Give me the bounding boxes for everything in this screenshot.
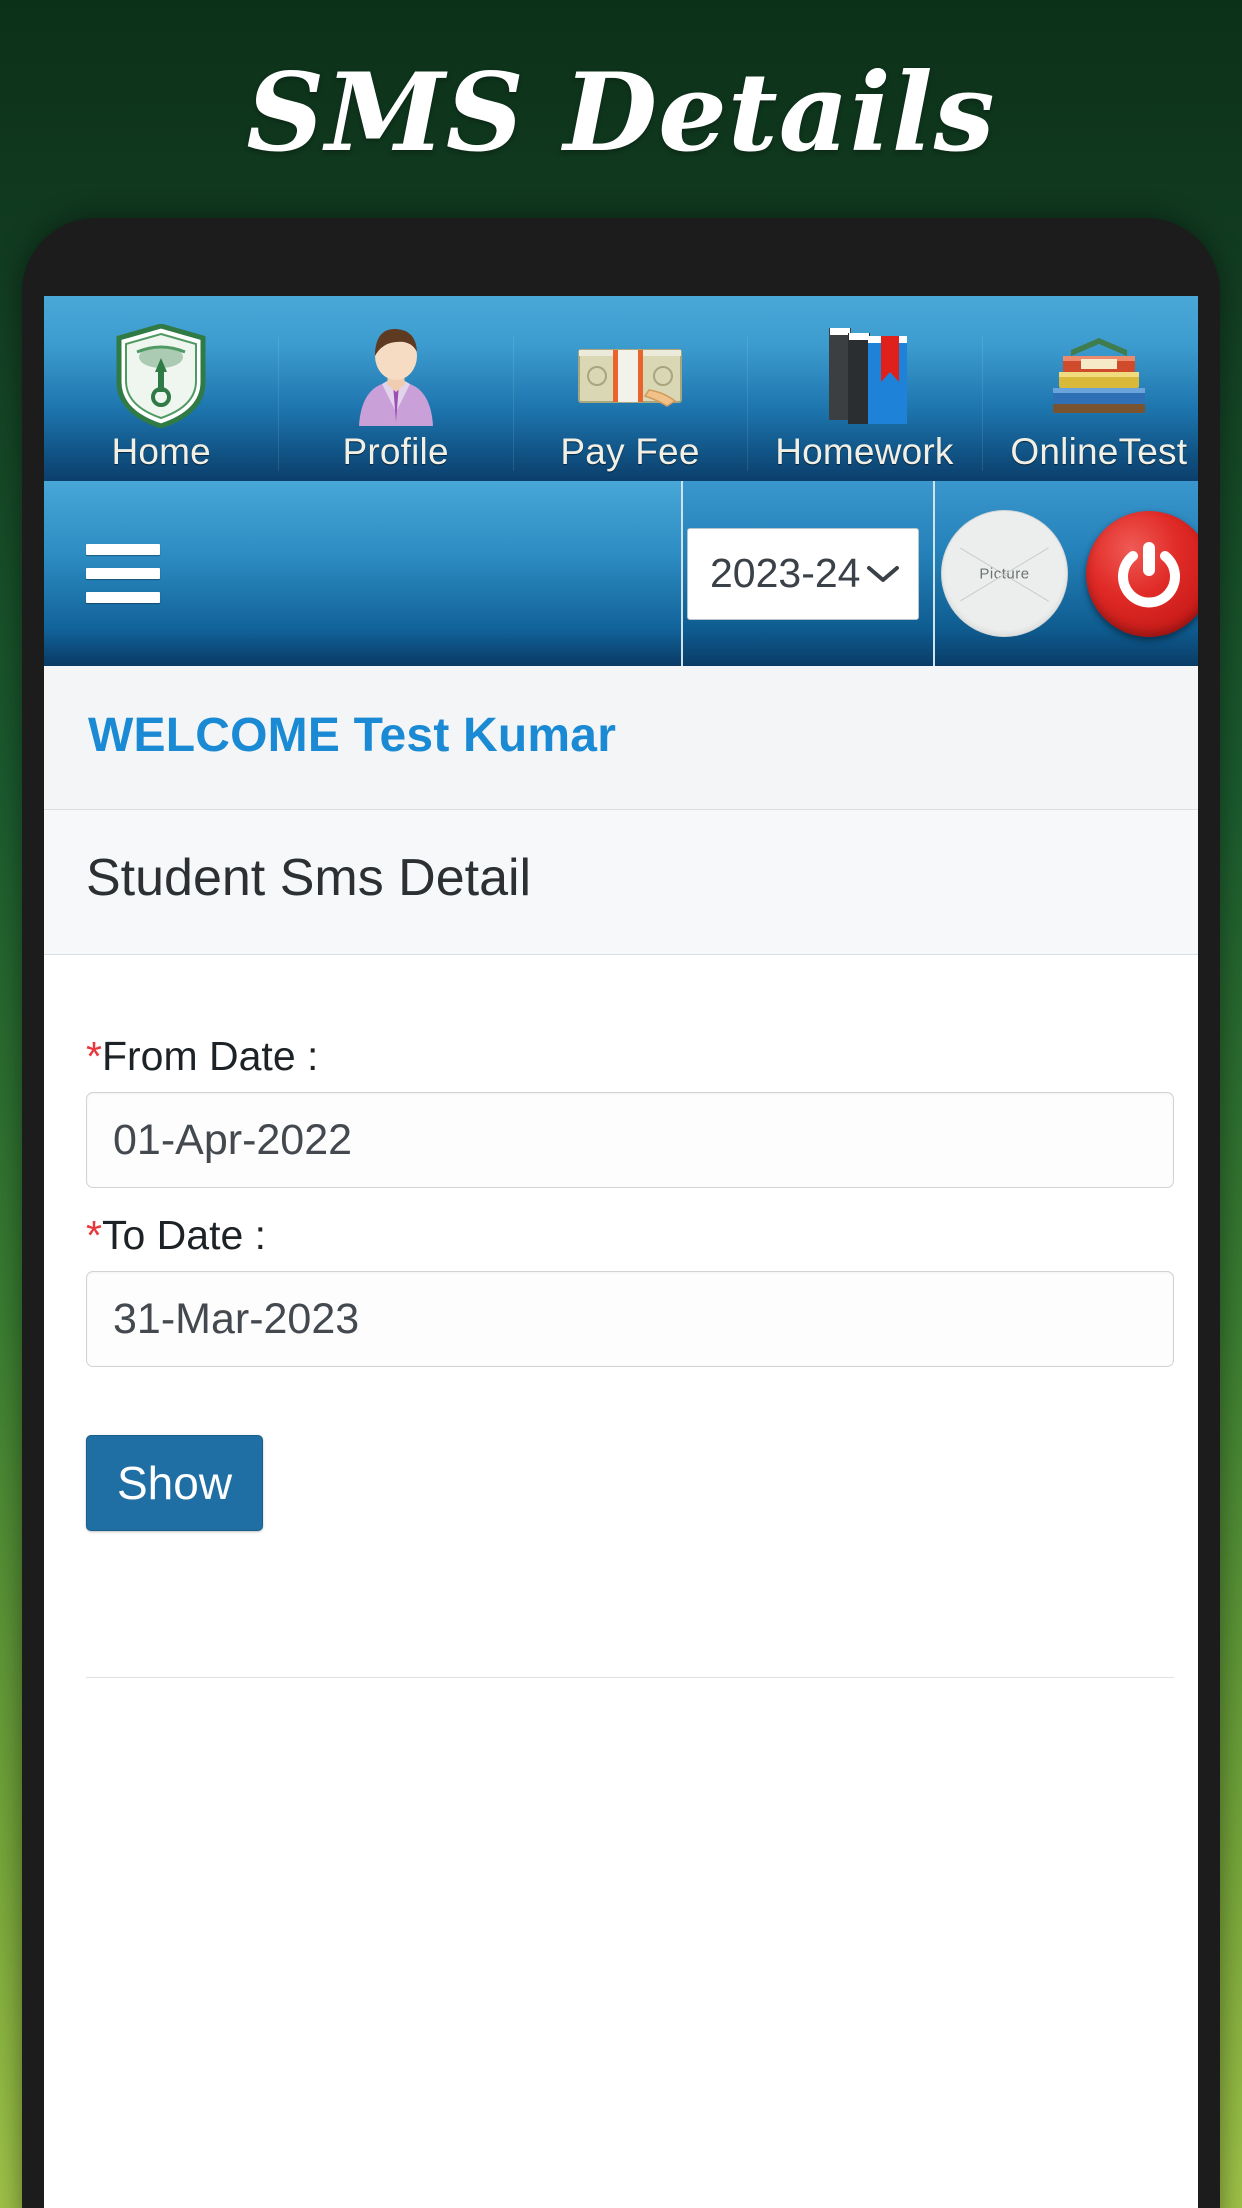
to-date-label-text: To Date : [101,1212,267,1258]
toolbar-divider [933,481,935,666]
from-date-label-text: From Date : [101,1033,319,1079]
nav-item-pay-fee[interactable]: Pay Fee [512,323,747,481]
nav-item-home-label: Home [111,431,211,472]
results-empty-area [86,1678,1174,2208]
show-button[interactable]: Show [86,1435,264,1531]
money-banknotes-icon [513,323,747,429]
to-date-label: *To Date : [86,1212,1174,1259]
avatar[interactable]: Picture [941,510,1068,637]
avatar-placeholder-label: Picture [979,565,1030,582]
nav-item-home[interactable]: Home [44,323,278,481]
nav-item-homework[interactable]: Homework [747,323,981,481]
books-stack-icon [982,323,1198,429]
user-profile-icon [278,323,512,429]
power-icon [1118,541,1180,607]
panel-header: Student Sms Detail [44,810,1198,955]
hamburger-icon[interactable] [86,531,160,616]
toolbar-left-region [44,481,683,666]
session-year-dropdown[interactable]: 2023-24 [687,527,919,620]
nav-item-online-test[interactable]: OnlineTest [981,323,1198,481]
from-date-label: *From Date : [86,1033,1174,1080]
from-date-value: 01-Apr-2022 [113,1115,353,1164]
nav-item-profile[interactable]: Profile [278,323,512,481]
nav-item-pay-fee-label: Pay Fee [560,431,700,472]
to-date-value: 31-Mar-2023 [113,1294,360,1343]
page-title: Student Sms Detail [86,849,532,907]
session-year-value: 2023-24 [710,550,861,596]
to-date-input[interactable]: 31-Mar-2023 [86,1271,1174,1367]
promo-title: SMS Details [246,50,996,176]
toolbar-right-region: 2023-24 Picture [683,481,1198,666]
app-webview: Home Profile Pay Fee Homework OnlineTest… [44,296,1198,2208]
phone-mockup: Home Profile Pay Fee Homework OnlineTest… [22,218,1220,2208]
app-toolbar: 2023-24 Picture [44,481,1198,666]
from-date-input[interactable]: 01-Apr-2022 [86,1092,1174,1188]
from-date-required-mark: * [86,1033,102,1079]
sms-detail-form: *From Date : 01-Apr-2022 *To Date : 31-M… [44,955,1198,2208]
nav-item-profile-label: Profile [342,431,449,472]
welcome-band: WELCOME Test Kumar [44,666,1198,810]
chevron-down-icon [867,565,899,582]
nav-item-online-test-label: OnlineTest [1010,431,1188,472]
phone-screen: Home Profile Pay Fee Homework OnlineTest… [44,296,1198,2208]
welcome-message: WELCOME Test Kumar [88,709,617,762]
icon-nav-bar: Home Profile Pay Fee Homework OnlineTest [44,296,1198,481]
nav-item-homework-label: Homework [775,431,954,472]
books-bookmark-icon [747,323,981,429]
school-crest-icon [44,323,278,429]
to-date-required-mark: * [86,1212,102,1258]
logout-button[interactable] [1086,510,1198,637]
promo-screenshot: SMS Details Home Profile Pay Fee Homewor… [0,0,1242,2208]
